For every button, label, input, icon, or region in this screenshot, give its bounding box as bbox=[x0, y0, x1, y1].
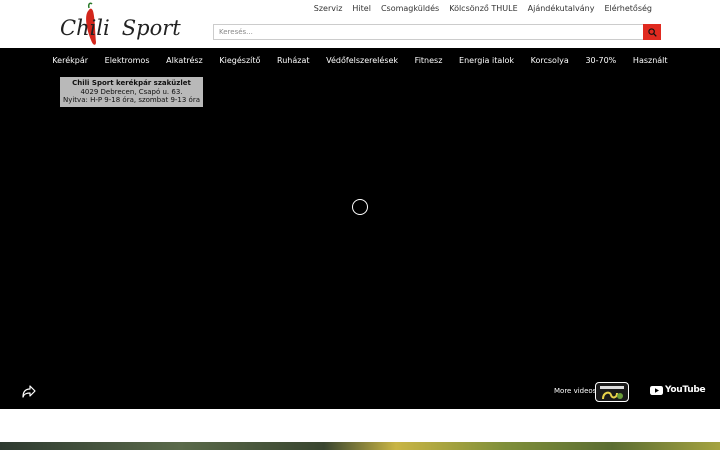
main-nav: Kerékpár Elektromos Alkatrész Kiegészítő… bbox=[0, 48, 720, 72]
logo-text: Chili Sport bbox=[60, 16, 181, 40]
chili-sport-logo[interactable]: Chili Sport bbox=[58, 2, 181, 46]
store-info-box: Chili Sport kerékpár szaküzlet 4029 Debr… bbox=[60, 77, 203, 107]
top-link-ajandekutalvany[interactable]: Ajándékutalvány bbox=[528, 4, 595, 13]
store-title: Chili Sport kerékpár szaküzlet bbox=[72, 79, 191, 87]
store-address: 4029 Debrecen, Csapó u. 63. bbox=[80, 87, 183, 96]
search-button[interactable] bbox=[643, 24, 661, 40]
nav-item-ruhazat[interactable]: Ruházat bbox=[277, 56, 309, 65]
search-icon bbox=[647, 27, 657, 37]
top-link-elerhetoseg[interactable]: Elérhetőség bbox=[604, 4, 652, 13]
top-links: Szerviz Hitel Csomagküldés Kölcsönző THU… bbox=[314, 4, 652, 13]
nav-item-hasznalt[interactable]: Használt bbox=[633, 56, 668, 65]
youtube-icon bbox=[650, 385, 663, 395]
top-link-csomagkuldes[interactable]: Csomagküldés bbox=[381, 4, 439, 13]
search-input[interactable] bbox=[214, 25, 644, 39]
site-header: Chili Sport Szerviz Hitel Csomagküldés Kö… bbox=[0, 0, 720, 48]
loading-spinner-icon bbox=[352, 199, 368, 215]
top-link-kolcsonzo-thule[interactable]: Kölcsönző THULE bbox=[449, 4, 517, 13]
nav-item-korcsolya[interactable]: Korcsolya bbox=[531, 56, 569, 65]
search-bar bbox=[213, 24, 661, 40]
nav-item-energia-italok[interactable]: Energia italok bbox=[459, 56, 514, 65]
nav-item-sale[interactable]: 30-70% bbox=[585, 56, 616, 65]
nav-item-kiegeszito[interactable]: Kiegészítő bbox=[219, 56, 260, 65]
channel-thumbnail[interactable] bbox=[595, 382, 629, 402]
nav-item-kerekpar[interactable]: Kerékpár bbox=[52, 56, 88, 65]
nav-item-alkatresz[interactable]: Alkatrész bbox=[166, 56, 203, 65]
top-link-hitel[interactable]: Hitel bbox=[352, 4, 371, 13]
channel-logo-icon bbox=[600, 386, 624, 400]
youtube-logo[interactable]: YouTube bbox=[650, 385, 706, 395]
youtube-label: YouTube bbox=[665, 385, 706, 395]
top-link-szerviz[interactable]: Szerviz bbox=[314, 4, 343, 13]
banner-image bbox=[0, 442, 720, 450]
nav-item-elektromos[interactable]: Elektromos bbox=[105, 56, 150, 65]
video-player[interactable]: Chili Sport kerékpár szaküzlet 4029 Debr… bbox=[0, 72, 720, 409]
more-videos-label[interactable]: More videos bbox=[554, 387, 596, 395]
nav-item-fitnesz[interactable]: Fitnesz bbox=[415, 56, 443, 65]
share-icon[interactable] bbox=[22, 384, 36, 398]
nav-item-vedofelszerelesek[interactable]: Védőfelszerelések bbox=[326, 56, 398, 65]
store-hours: Nyitva: H-P 9-18 óra, szombat 9-13 óra bbox=[62, 96, 201, 104]
